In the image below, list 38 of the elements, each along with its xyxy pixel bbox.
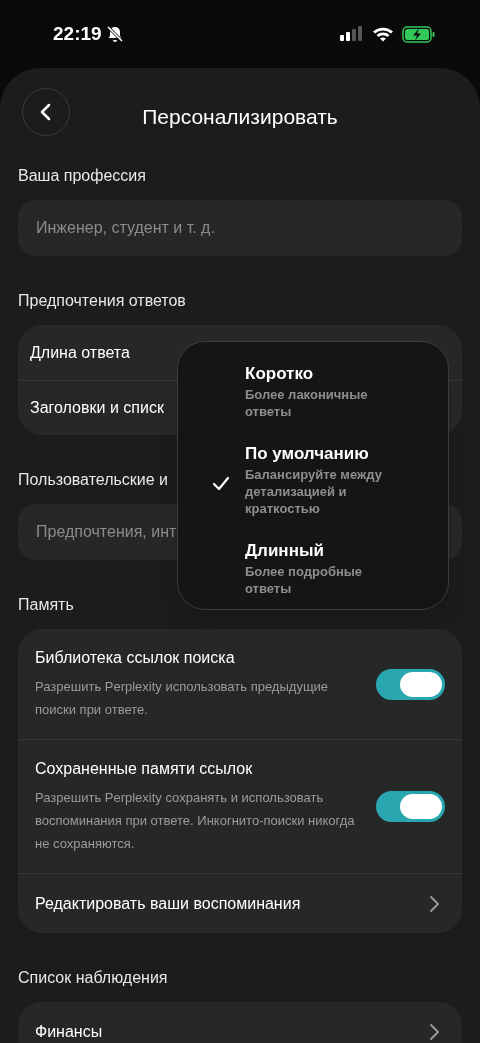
option-description: Балансируйте между детализацией и краткостью [245,466,383,517]
chevron-right-icon [428,894,440,913]
option-description: Более лаконичные ответы [245,386,369,420]
option-title: По умолчанию [245,443,370,465]
option-title: Коротко [245,363,315,385]
row-label: Редактировать ваши воспоминания [35,893,301,914]
toggle-switch[interactable] [376,668,445,700]
section-title: Пользовательские и [18,470,169,490]
chevron-left-icon [39,103,53,121]
setting-title: Библиотека ссылок поиска [35,648,236,668]
text-field[interactable]: Инженер, студент и т. д. [18,200,462,256]
row-label: Финансы [35,1022,103,1042]
toggle-switch[interactable] [376,791,445,822]
setting-title: Сохраненные памяти ссылок [35,759,254,779]
menu-option[interactable]: Коротко Более лаконичные ответы [178,362,448,420]
section-title: Память [18,595,74,615]
battery-charging-icon [402,25,436,43]
section-title: Список наблюдения [18,968,168,988]
list-row[interactable]: Финансы [18,1002,462,1043]
signal-icon [340,26,364,42]
list-row[interactable]: Редактировать ваши воспоминания [18,873,462,933]
option-title: Длинный [245,540,325,562]
menu-option[interactable]: По умолчанию Балансируйте между детализацией и краткостью [178,442,448,517]
row-label[interactable]: Заголовки и списк [30,396,164,420]
setting-description: Разрешить Perplexity сохранять и использовать воспоминания при ответе. Инкогнито-поиски никогда не сохраняются. [35,789,356,853]
section-title: Предпочтения ответов [18,291,186,311]
checkmark-icon [212,476,230,492]
menu-option[interactable]: Длинный Более подробные ответы [178,539,448,597]
section-title: Ваша профессия [18,166,146,186]
chevron-right-icon [428,1023,440,1041]
page-title: Персонализировать [142,103,338,130]
row-label[interactable]: Длина ответа [30,340,130,365]
back-button[interactable] [22,88,70,136]
bell-muted-icon [105,25,124,43]
wifi-icon [372,26,394,42]
status-time: 22:19 [53,21,102,46]
setting-description: Разрешить Perplexity использовать предыдущие поиски при ответе. [35,678,330,719]
option-description: Более подробные ответы [245,563,364,597]
